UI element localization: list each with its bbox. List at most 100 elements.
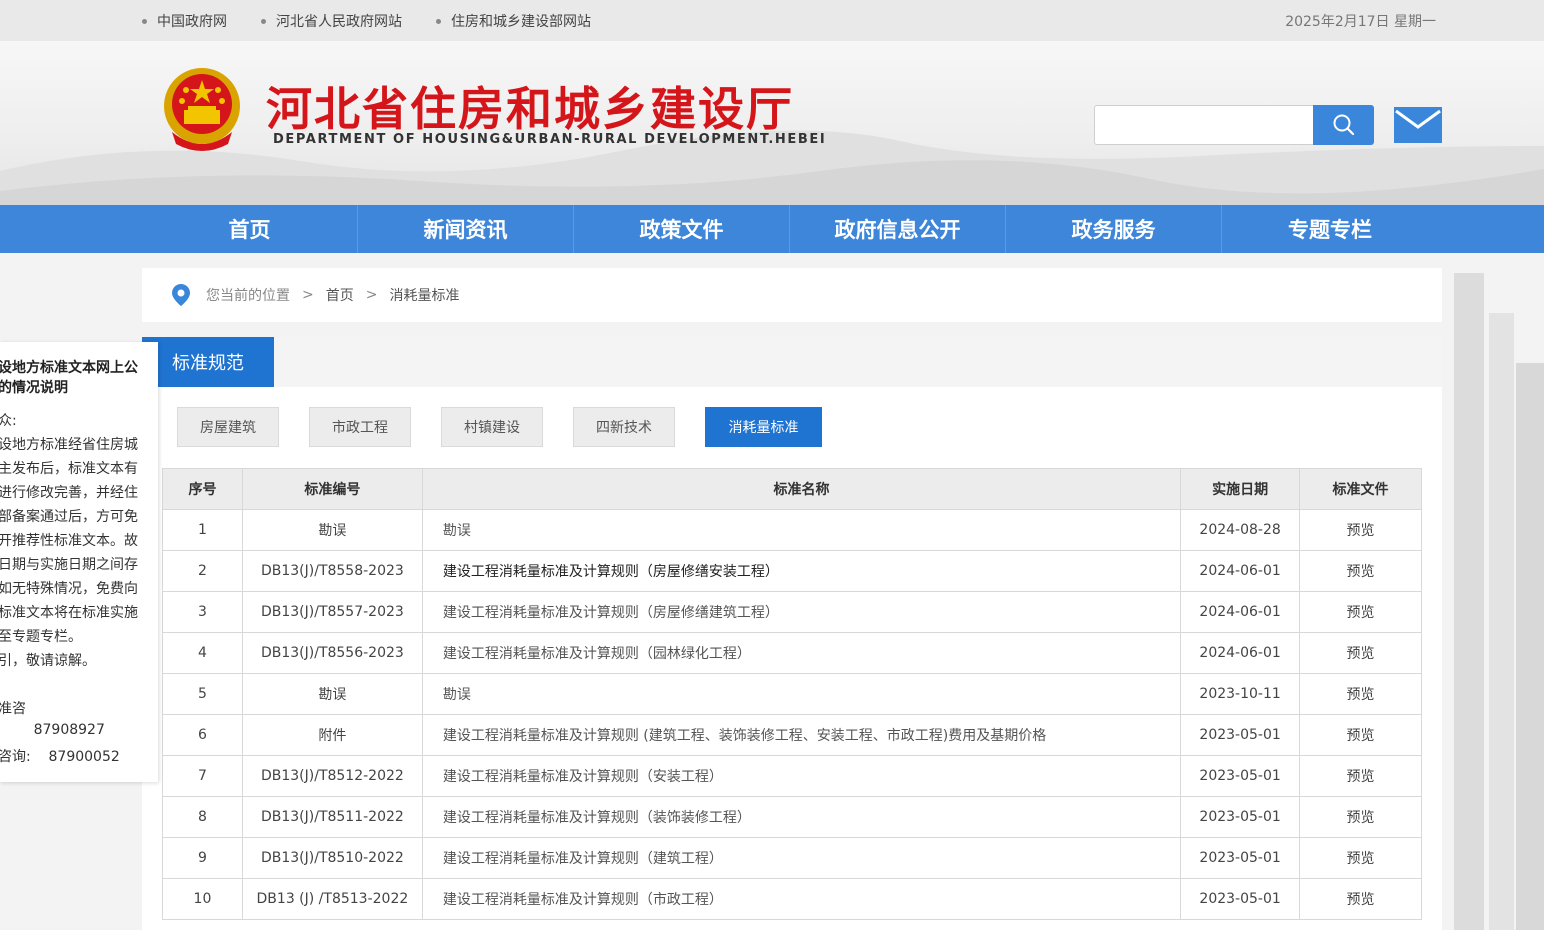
nav-item-home[interactable]: 首页 [142, 205, 358, 253]
notice-phone: 咨询: 87900052 [0, 749, 120, 765]
notice-line: 开推荐性标准文本。故 [0, 533, 138, 549]
table-row: 2 DB13(J)/T8558-2023 建设工程消耗量标准及计算规则（房屋修缮… [162, 550, 1422, 592]
link-gov-cn[interactable]: 中国政府网 [142, 11, 227, 31]
link-mohurd[interactable]: 住房和城乡建设部网站 [436, 11, 591, 31]
preview-link[interactable]: 预览 [1299, 755, 1422, 797]
cell-code: DB13(J)/T8511-2022 [241, 796, 423, 838]
notice-line: 标准文本将在标准实施 [0, 605, 138, 621]
preview-link[interactable]: 预览 [1299, 591, 1422, 633]
preview-link[interactable]: 预览 [1299, 714, 1422, 756]
floating-notice[interactable]: 设地方标准文本网上公 的情况说明 众: 设地方标准经省住房城 主发布后，标准文本… [0, 342, 158, 782]
cell-code: DB13(J)/T8557-2023 [241, 591, 423, 633]
table-row: 3 DB13(J)/T8557-2023 建设工程消耗量标准及计算规则（房屋修缮… [162, 591, 1422, 633]
cell-index: 10 [162, 878, 243, 920]
notice-title: 设地方标准文本网上公 的情况说明 [0, 358, 148, 398]
cell-code: DB13(J)/T8510-2022 [241, 837, 423, 879]
nav-item-news[interactable]: 新闻资讯 [358, 205, 574, 253]
table-row: 10 DB13 (J) /T8513-2022 建设工程消耗量标准及计算规则（市… [162, 878, 1422, 920]
national-emblem-icon [164, 68, 240, 151]
cell-date: 2024-06-01 [1180, 550, 1301, 592]
notice-line: 主发布后，标准文本有 [0, 461, 138, 477]
cell-name-link[interactable]: 勘误 [421, 673, 1182, 715]
col-header-index: 序号 [162, 468, 243, 510]
location-pin-icon [172, 284, 190, 306]
preview-link[interactable]: 预览 [1299, 673, 1422, 715]
mail-icon [1394, 107, 1442, 143]
tab-village[interactable]: 村镇建设 [441, 407, 543, 447]
bullet-icon [142, 18, 147, 24]
category-tabs: 房屋建筑 市政工程 村镇建设 四新技术 消耗量标准 [177, 407, 852, 447]
tab-municipal[interactable]: 市政工程 [309, 407, 411, 447]
site-subtitle: DEPARTMENT OF HOUSING&URBAN-RURAL DEVELO… [273, 132, 827, 147]
main-nav: 首页 新闻资讯 政策文件 政府信息公开 政务服务 专题专栏 [0, 205, 1544, 253]
cell-name-link[interactable]: 建设工程消耗量标准及计算规则（建筑工程） [421, 837, 1182, 879]
cell-code: DB13 (J) /T8513-2022 [241, 878, 423, 920]
tab-new-tech[interactable]: 四新技术 [573, 407, 675, 447]
preview-link[interactable]: 预览 [1299, 837, 1422, 879]
section-title: 标准规范 [142, 337, 274, 387]
search-button[interactable] [1313, 105, 1374, 145]
nav-item-gov-info[interactable]: 政府信息公开 [790, 205, 1006, 253]
table-row: 5 勘误 勘误 2023-10-11 预览 [162, 673, 1422, 715]
cell-name-link[interactable]: 勘误 [421, 509, 1182, 551]
preview-link[interactable]: 预览 [1299, 509, 1422, 551]
cell-date: 2023-05-01 [1180, 755, 1301, 797]
link-mohurd-label[interactable]: 住房和城乡建设部网站 [451, 11, 591, 31]
notice-line: 准咨 [0, 701, 26, 717]
nav-item-services[interactable]: 政务服务 [1006, 205, 1222, 253]
cell-name-link[interactable]: 建设工程消耗量标准及计算规则（房屋修缮建筑工程） [421, 591, 1182, 633]
preview-link[interactable]: 预览 [1299, 550, 1422, 592]
table-row: 9 DB13(J)/T8510-2022 建设工程消耗量标准及计算规则（建筑工程… [162, 837, 1422, 879]
notice-phone: 87908927 [0, 722, 105, 738]
tab-consumption-standard[interactable]: 消耗量标准 [705, 407, 822, 447]
notice-line: 至专题专栏。 [0, 629, 82, 645]
search-input[interactable] [1094, 105, 1314, 145]
table-row: 1 勘误 勘误 2024-08-28 预览 [162, 509, 1422, 551]
col-header-code: 标准编号 [241, 468, 423, 510]
preview-link[interactable]: 预览 [1299, 878, 1422, 920]
cell-name-link[interactable]: 建设工程消耗量标准及计算规则（园林绿化工程） [421, 632, 1182, 674]
cell-date: 2024-06-01 [1180, 632, 1301, 674]
table-row: 4 DB13(J)/T8556-2023 建设工程消耗量标准及计算规则（园林绿化… [162, 632, 1422, 674]
breadcrumb-separator: > [302, 287, 314, 303]
cell-date: 2023-05-01 [1180, 796, 1301, 838]
cell-date: 2023-05-01 [1180, 878, 1301, 920]
bullet-icon [261, 18, 266, 24]
search-icon [1333, 114, 1354, 136]
notice-line: 如无特殊情况，免费向 [0, 581, 138, 597]
current-date: 2025年2月17日 星期一 [1285, 14, 1436, 30]
nav-item-topics[interactable]: 专题专栏 [1222, 205, 1438, 253]
notice-line: 众: [0, 413, 17, 429]
mailbox-button[interactable] [1394, 107, 1442, 143]
main-panel: 标准规范 房屋建筑 市政工程 村镇建设 四新技术 消耗量标准 序号 标准编号 标… [142, 337, 1442, 930]
cell-name-link[interactable]: 建设工程消耗量标准及计算规则（安装工程） [421, 755, 1182, 797]
cell-index: 6 [162, 714, 243, 756]
nav-item-policy[interactable]: 政策文件 [574, 205, 790, 253]
cell-code: 附件 [241, 714, 423, 756]
cell-name-link[interactable]: 建设工程消耗量标准及计算规则（市政工程） [421, 878, 1182, 920]
cell-date: 2023-05-01 [1180, 837, 1301, 879]
standards-table: 序号 标准编号 标准名称 实施日期 标准文件 1 勘误 勘误 2024-08-2… [162, 468, 1422, 920]
breadcrumb-home[interactable]: 首页 [326, 285, 354, 305]
link-hebei-gov[interactable]: 河北省人民政府网站 [261, 11, 402, 31]
tab-housing[interactable]: 房屋建筑 [177, 407, 279, 447]
breadcrumb-label: 您当前的位置 [206, 288, 290, 304]
cell-name-link[interactable]: 建设工程消耗量标准及计算规则（房屋修缮安装工程） [421, 550, 1182, 592]
cell-date: 2023-10-11 [1180, 673, 1301, 715]
cell-code: DB13(J)/T8558-2023 [241, 550, 423, 592]
section-header [142, 337, 1442, 387]
cell-code: DB13(J)/T8556-2023 [241, 632, 423, 674]
link-hebei-gov-label[interactable]: 河北省人民政府网站 [276, 11, 402, 31]
table-row: 8 DB13(J)/T8511-2022 建设工程消耗量标准及计算规则（装饰装修… [162, 796, 1422, 838]
notice-line: 进行修改完善，并经住 [0, 485, 138, 501]
notice-line: 日期与实施日期之间存 [0, 557, 138, 573]
cell-name-link[interactable]: 建设工程消耗量标准及计算规则 (建筑工程、装饰装修工程、安装工程、市政工程)费用… [421, 714, 1182, 756]
notice-title-line: 设地方标准文本网上公 [0, 360, 138, 376]
col-header-name: 标准名称 [421, 468, 1182, 510]
cell-index: 9 [162, 837, 243, 879]
cell-index: 3 [162, 591, 243, 633]
preview-link[interactable]: 预览 [1299, 632, 1422, 674]
link-gov-cn-label[interactable]: 中国政府网 [157, 11, 227, 31]
cell-name-link[interactable]: 建设工程消耗量标准及计算规则（装饰装修工程） [421, 796, 1182, 838]
preview-link[interactable]: 预览 [1299, 796, 1422, 838]
